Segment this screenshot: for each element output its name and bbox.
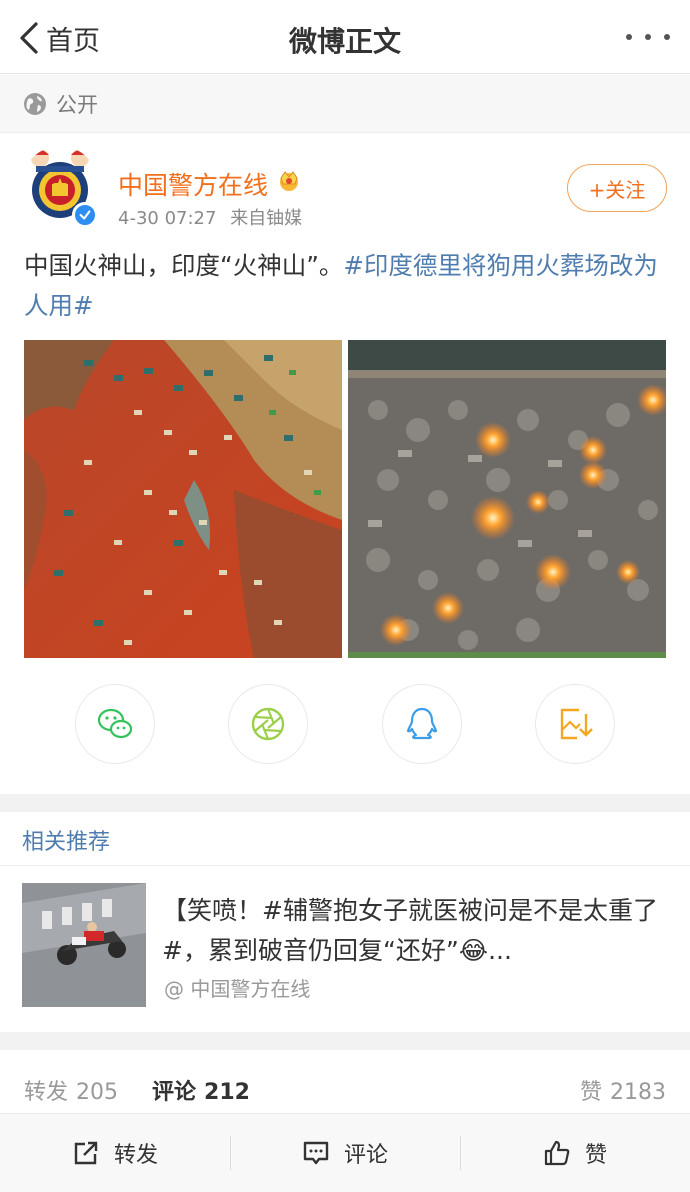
related-item[interactable]: 【笑喷！#辅警抱女子就医被问是不是太重了#，累到破音仍回复“还好”😂... @ …: [0, 867, 690, 1031]
related-thumbnail: [22, 883, 146, 1007]
visibility-bar: 公开: [0, 75, 690, 133]
share-moments-button[interactable]: [228, 684, 308, 764]
wechat-icon: [97, 708, 133, 739]
related-item-source: @ 中国警方在线: [164, 977, 311, 1001]
repost-count-value: 205: [76, 1080, 119, 1105]
post-text-plain: 中国火神山，印度“火神山”。: [24, 251, 344, 280]
related-header: 相关推荐: [0, 812, 690, 866]
comment-count-label: 评论: [152, 1080, 197, 1105]
author-name[interactable]: 中国警方在线: [118, 166, 268, 202]
share-out-icon: [74, 1141, 98, 1165]
repost-button[interactable]: 转发: [0, 1114, 230, 1192]
comment-button[interactable]: 评论: [230, 1114, 460, 1192]
like-button[interactable]: 赞: [460, 1114, 690, 1192]
post-text: 中国火神山，印度“火神山”。#印度德里将狗用火葬场改为人用#: [24, 246, 664, 326]
cremation-ground-photo: [348, 340, 666, 658]
share-qq-button[interactable]: [382, 684, 462, 764]
follow-button[interactable]: +关注: [567, 164, 667, 212]
thumbs-up-icon: [544, 1140, 570, 1166]
like-count-value: 2183: [610, 1080, 666, 1105]
bottom-action-bar: 转发 评论 赞: [0, 1114, 690, 1192]
post-image-1[interactable]: [24, 340, 342, 658]
construction-site-photo: [24, 340, 342, 658]
post-time: 4-30 07:27: [118, 208, 217, 229]
repost-count-tab[interactable]: 转发 205: [24, 1074, 118, 1106]
related-item-text: 【笑喷！#辅警抱女子就医被问是不是太重了#，累到破音仍回复“还好”😂...: [162, 896, 658, 965]
save-image-button[interactable]: [535, 684, 615, 764]
like-count-tab[interactable]: 赞 2183: [580, 1074, 666, 1106]
like-count-label: 赞: [579, 1080, 602, 1105]
save-image-icon: [560, 708, 593, 740]
comment-count-value: 212: [204, 1080, 250, 1105]
visibility-label: 公开: [56, 92, 98, 117]
share-row: [0, 684, 690, 766]
qq-icon: [406, 707, 438, 740]
comment-count-tab[interactable]: 评论 212: [152, 1074, 250, 1106]
vip-crown-icon: [280, 171, 298, 191]
repost-count-label: 转发: [24, 1080, 69, 1105]
section-divider: [0, 794, 690, 812]
comment-icon: [303, 1141, 329, 1165]
moments-icon: [251, 707, 285, 741]
post-source: 来自铀媒: [230, 208, 303, 229]
repost-button-label: 转发: [113, 1143, 158, 1168]
page-title: 微博正文: [288, 25, 401, 58]
interaction-counts: 转发 205 评论 212 赞 2183: [0, 1050, 690, 1114]
comment-button-label: 评论: [343, 1143, 388, 1168]
weibo-post: 中国警方在线 4-30 07:27 来自铀媒 +关注 中国火神山，印度“火神山”…: [0, 134, 690, 794]
post-meta: 4-30 07:27 来自铀媒: [118, 204, 302, 230]
verified-badge-icon: [72, 202, 98, 228]
like-button-label: 赞: [584, 1143, 607, 1168]
section-divider: [0, 1032, 690, 1050]
related-title: 相关推荐: [22, 830, 111, 855]
globe-icon: [24, 92, 46, 115]
post-image-2[interactable]: [348, 340, 666, 658]
share-wechat-button[interactable]: [75, 684, 155, 764]
more-options-icon[interactable]: [626, 24, 670, 50]
top-nav-bar: 首页 微博正文: [0, 0, 690, 74]
